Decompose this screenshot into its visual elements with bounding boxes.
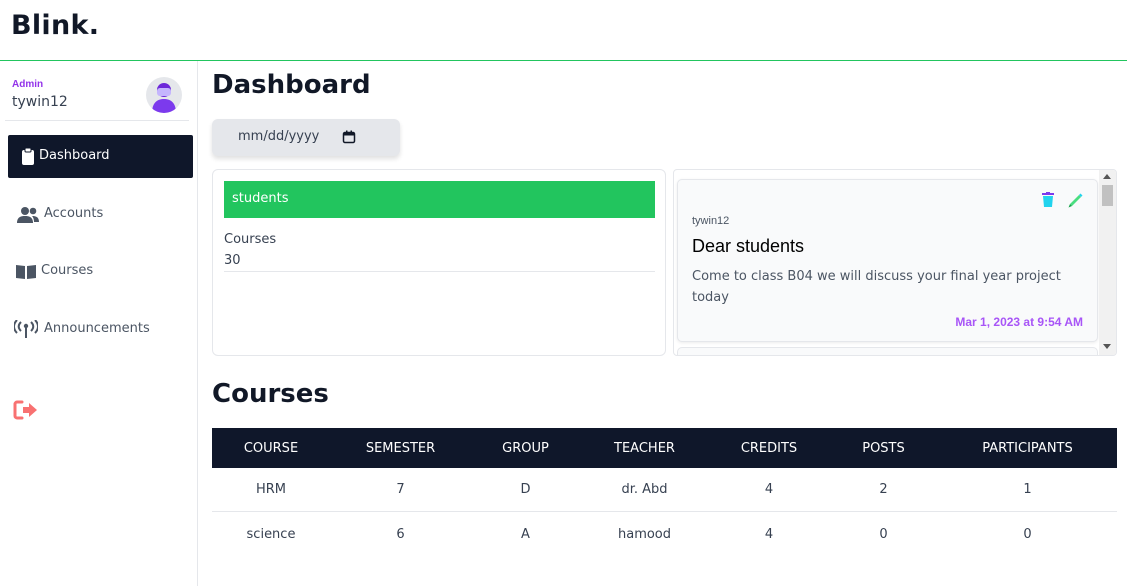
brand-logo[interactable]: Blink. (11, 10, 99, 41)
sidebar: Admin tywin12 Dashboard Accounts Courses (0, 61, 198, 586)
scroll-thumb[interactable] (1102, 185, 1113, 206)
user-divider (5, 120, 189, 121)
column-header-semester: SEMESTER (365, 440, 436, 456)
clipboard-icon (22, 147, 34, 165)
user-avatar-icon (152, 83, 176, 113)
trash-icon[interactable] (1041, 192, 1055, 208)
date-placeholder: mm/dd/yyyy (238, 129, 320, 144)
scroll-down-arrow-icon[interactable] (1103, 344, 1111, 349)
sidebar-item-label: Courses (41, 263, 94, 278)
cell-semester: 7 (396, 482, 405, 497)
column-header-teacher: TEACHER (614, 440, 675, 456)
table-row[interactable]: science 6 A hamood 4 0 0 (212, 512, 1117, 556)
stats-value: 30 (224, 253, 241, 268)
cell-credits: 4 (764, 526, 774, 542)
cell-course: science (246, 526, 296, 542)
column-header-participants: PARTICIPANTS (982, 440, 1073, 456)
column-header-group: GROUP (502, 440, 549, 456)
announcements-panel[interactable]: tywin12 Dear students Come to class B04 … (673, 169, 1117, 356)
user-name: tywin12 (12, 94, 68, 110)
announcement-date: Mar 1, 2023 at 9:54 AM (955, 315, 1083, 329)
column-header-posts: POSTS (862, 440, 905, 456)
cell-credits: 4 (764, 482, 774, 497)
sidebar-item-courses[interactable]: Courses (8, 250, 193, 293)
date-input[interactable]: mm/dd/yyyy (212, 119, 400, 156)
scrollbar[interactable] (1099, 170, 1116, 355)
table-header: COURSE SEMESTER GROUP TEACHER CREDITS PO… (212, 428, 1117, 468)
user-role: Admin (12, 79, 44, 90)
sidebar-item-label: Accounts (44, 206, 104, 221)
announcement-author: tywin12 (692, 215, 730, 227)
scroll-up-arrow-icon[interactable] (1103, 174, 1111, 179)
courses-section-title: Courses (212, 379, 329, 409)
logout-icon (13, 400, 37, 420)
stats-label: Courses (224, 232, 277, 247)
users-icon (17, 207, 39, 223)
stats-card: students Courses 30 (212, 169, 666, 356)
book-icon (16, 265, 36, 279)
stats-header-label: students (232, 191, 289, 206)
cell-teacher: dr. Abd (621, 482, 668, 497)
calendar-icon[interactable] (342, 130, 356, 144)
cell-teacher: hamood (617, 526, 672, 542)
stats-divider (224, 271, 655, 272)
sidebar-item-label: Dashboard (39, 148, 110, 163)
column-header-credits: CREDITS (740, 440, 798, 456)
announcement-title: Dear students (692, 236, 805, 256)
pencil-icon[interactable] (1067, 192, 1084, 209)
announcement-body: Come to class B04 we will discuss your f… (692, 269, 1061, 305)
cell-participants: 0 (1023, 526, 1032, 542)
announcement-card (677, 347, 1098, 355)
announcement-card: tywin12 Dear students Come to class B04 … (677, 179, 1098, 342)
cell-posts: 0 (879, 526, 888, 542)
stats-header-bar: students (224, 181, 655, 218)
cell-posts: 2 (879, 482, 888, 497)
cell-group: A (521, 526, 530, 542)
broadcast-icon (14, 320, 38, 338)
courses-table: COURSE SEMESTER GROUP TEACHER CREDITS PO… (212, 428, 1117, 556)
sidebar-item-accounts[interactable]: Accounts (8, 193, 193, 236)
sidebar-item-label: Announcements (44, 321, 150, 336)
sidebar-item-announcements[interactable]: Announcements (8, 308, 193, 351)
cell-course: HRM (255, 482, 287, 497)
cell-semester: 6 (396, 526, 405, 542)
logout-button[interactable] (13, 399, 39, 421)
table-row[interactable]: HRM 7 D dr. Abd 4 2 1 (212, 468, 1117, 512)
column-header-course: COURSE (243, 440, 299, 456)
cell-participants: 1 (1023, 482, 1032, 497)
cell-group: D (520, 482, 531, 497)
page-title: Dashboard (212, 70, 371, 100)
sidebar-item-dashboard[interactable]: Dashboard (8, 135, 193, 178)
top-bar: Blink. (0, 0, 1127, 61)
avatar[interactable] (146, 77, 182, 113)
